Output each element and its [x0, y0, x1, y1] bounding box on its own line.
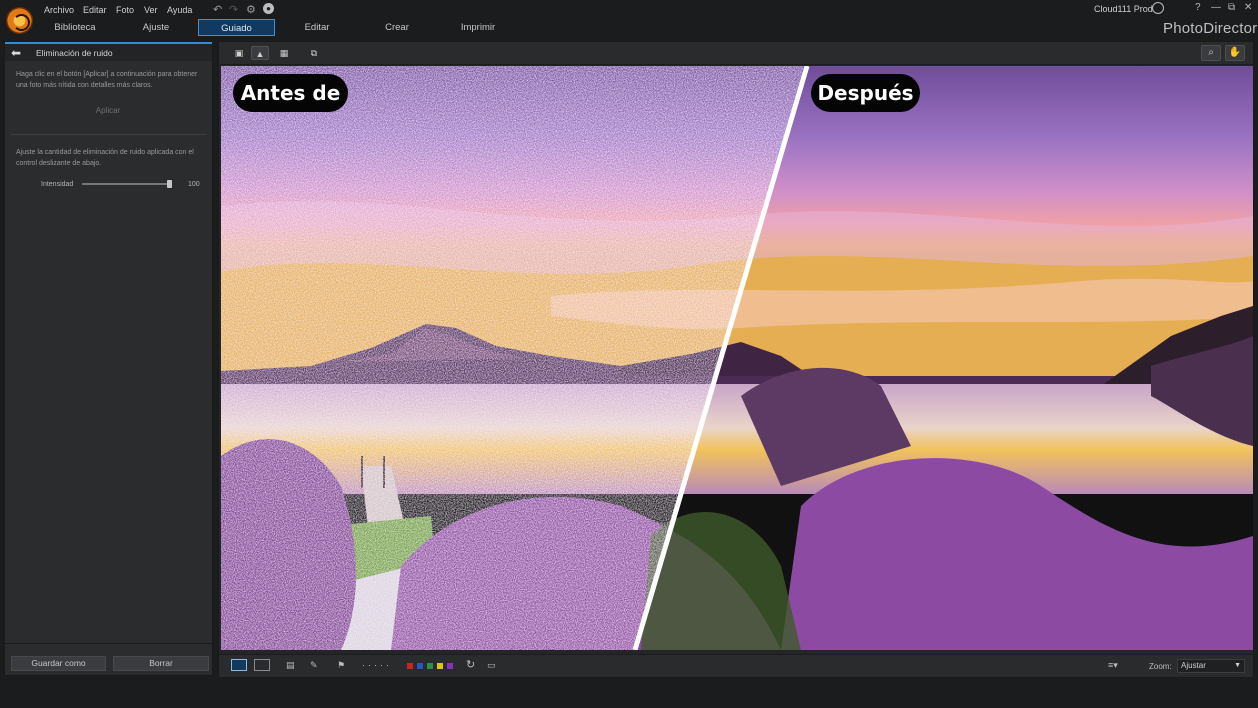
tab-editar[interactable]: Editar — [290, 19, 344, 36]
intensity-slider-thumb[interactable] — [167, 180, 172, 188]
brush-icon[interactable]: ✎ — [310, 660, 318, 671]
rotate-icon[interactable]: ↻ — [466, 658, 475, 671]
tab-biblioteca[interactable]: Biblioteca — [48, 19, 102, 36]
color-label-yellow[interactable] — [437, 663, 443, 669]
divider — [11, 134, 207, 135]
help-icon[interactable]: ? — [1195, 2, 1201, 13]
tab-imprimir[interactable]: Imprimir — [450, 19, 506, 36]
single-view-icon[interactable]: ▲ — [251, 46, 269, 60]
color-label-green[interactable] — [427, 663, 433, 669]
tab-ajuste[interactable]: Ajuste — [130, 19, 182, 36]
tab-crear[interactable]: Crear — [370, 19, 424, 36]
guided-panel: ⬅ Eliminación de ruido Haga clic en el b… — [4, 41, 213, 676]
intensity-value: 100 — [188, 181, 200, 188]
back-arrow-icon[interactable]: ⬅ — [11, 46, 21, 60]
second-monitor-icon[interactable]: ⧉ — [305, 46, 323, 60]
title-bar: Archivo Editar Foto Ver Ayuda ↶ ↷ ⚙ ● Bi… — [0, 0, 1258, 40]
settings-gear-icon[interactable]: ⚙ — [246, 3, 256, 16]
flag-icon[interactable]: ⚑ — [337, 660, 345, 671]
panel-description: Haga clic en el botón [Aplicar] a contin… — [16, 71, 198, 89]
panel-footer: Guardar como Borrar — [5, 643, 212, 675]
compare-view-icon[interactable]: ▣ — [230, 46, 248, 60]
menu-ver[interactable]: Ver — [144, 5, 158, 15]
face-tag-icon[interactable]: ▤ — [286, 660, 295, 671]
user-name[interactable]: Cloud111 Prod — [1094, 4, 1153, 14]
panel-header: ⬅ Eliminación de ruido — [5, 42, 212, 61]
tab-guiado[interactable]: Guiado — [198, 19, 275, 36]
view-toolbar: ▣ ▲ ▦ ⧉ ⌕ ✋ — [219, 42, 1253, 65]
zoom-value: Ajustar — [1181, 661, 1206, 670]
delete-button[interactable]: Borrar — [113, 656, 209, 671]
menu-archivo[interactable]: Archivo — [44, 5, 74, 15]
after-label: Después — [811, 74, 920, 112]
crop-resize-icon[interactable]: ▭ — [487, 660, 496, 671]
color-label-blue[interactable] — [417, 663, 423, 669]
account-badge-icon[interactable]: ● — [263, 3, 274, 14]
before-label: Antes de — [233, 74, 348, 112]
zoom-select[interactable]: Ajustar ▼ — [1177, 659, 1245, 673]
save-as-button[interactable]: Guardar como — [11, 656, 106, 671]
bottom-toolbar: ▤ ✎ ⚑ ····· ↻ ▭ ≡▾ Zoom: Ajustar ▼ — [219, 654, 1253, 677]
user-avatar-icon[interactable] — [1152, 2, 1164, 14]
slider-description: Ajuste la cantidad de eliminación de rui… — [16, 149, 194, 167]
single-frame-icon[interactable] — [231, 659, 247, 671]
app-name: PhotoDirector — [1163, 20, 1258, 37]
zoom-label: Zoom: — [1149, 662, 1172, 671]
close-icon[interactable]: ✕ — [1244, 2, 1252, 13]
color-label-red[interactable] — [407, 663, 413, 669]
side-by-side-icon[interactable] — [254, 659, 270, 671]
landscape-photo — [221, 66, 1253, 650]
undo-icon[interactable]: ↶ — [213, 3, 222, 16]
chevron-down-icon: ▼ — [1234, 662, 1241, 669]
main-view: ▣ ▲ ▦ ⧉ ⌕ ✋ Antes de Después ▤ ✎ ⚑ ·····… — [218, 41, 1254, 678]
restore-icon[interactable]: ⧉ — [1228, 2, 1235, 13]
minimize-icon[interactable]: — — [1211, 2, 1221, 13]
hand-tool-icon[interactable]: ✋ — [1225, 45, 1245, 61]
apply-button[interactable]: Aplicar — [83, 104, 133, 117]
zoom-tool-icon[interactable]: ⌕ — [1201, 45, 1221, 61]
color-label-purple[interactable] — [447, 663, 453, 669]
intensity-slider-track[interactable] — [82, 183, 172, 185]
photo-viewer[interactable]: Antes de Después — [221, 66, 1253, 650]
intensity-label: Intensidad — [41, 181, 74, 188]
menu-editar[interactable]: Editar — [83, 5, 107, 15]
panel-title: Eliminación de ruido — [36, 48, 113, 58]
menu-foto[interactable]: Foto — [116, 5, 134, 15]
rating-stars-icon[interactable]: ····· — [362, 660, 392, 670]
redo-icon[interactable]: ↷ — [229, 3, 238, 16]
sort-menu-icon[interactable]: ≡▾ — [1108, 660, 1118, 671]
app-logo-icon[interactable] — [6, 7, 33, 34]
grid-view-icon[interactable]: ▦ — [275, 46, 293, 60]
menu-ayuda[interactable]: Ayuda — [167, 5, 192, 15]
